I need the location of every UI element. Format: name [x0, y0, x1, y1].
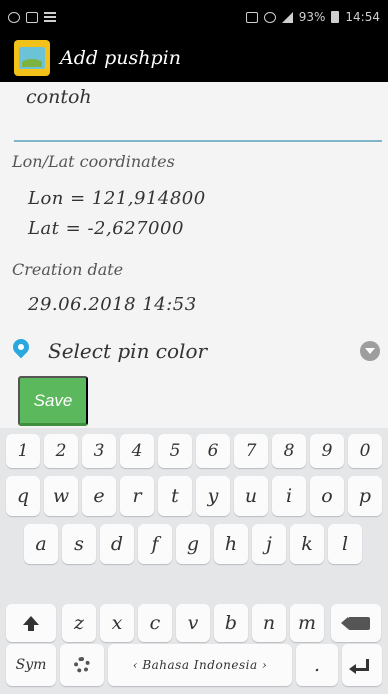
shift-icon: [23, 615, 39, 631]
settings-key[interactable]: [60, 644, 104, 686]
pin-color-selector[interactable]: Select pin color: [12, 334, 384, 368]
save-button[interactable]: Save: [18, 376, 88, 426]
key-a[interactable]: a: [24, 524, 58, 564]
chevron-down-icon[interactable]: [360, 341, 380, 361]
key-j[interactable]: j: [252, 524, 286, 564]
period-key[interactable]: .: [296, 644, 338, 686]
key-o[interactable]: o: [310, 476, 344, 516]
key-s[interactable]: s: [62, 524, 96, 564]
key-w[interactable]: w: [44, 476, 78, 516]
key-8[interactable]: 8: [272, 434, 306, 468]
key-i[interactable]: i: [272, 476, 306, 516]
key-6[interactable]: 6: [196, 434, 230, 468]
battery-percent: 93%: [298, 10, 326, 24]
nfc-icon: [245, 11, 258, 23]
name-input-underline: [14, 140, 382, 142]
key-1[interactable]: 1: [6, 434, 40, 468]
key-d[interactable]: d: [100, 524, 134, 564]
gear-icon: [74, 657, 90, 673]
key-g[interactable]: g: [176, 524, 210, 564]
pin-color-label: Select pin color: [48, 339, 208, 363]
key-e[interactable]: e: [82, 476, 116, 516]
backspace-icon: [341, 616, 370, 630]
key-h[interactable]: h: [214, 524, 248, 564]
key-c[interactable]: c: [138, 604, 172, 642]
key-z[interactable]: z: [62, 604, 96, 642]
action-bar: Add pushpin: [0, 34, 388, 82]
wifi-icon: [263, 11, 276, 23]
battery-icon: [331, 11, 340, 23]
key-7[interactable]: 7: [234, 434, 268, 468]
sym-key[interactable]: Sym: [6, 644, 56, 686]
key-m[interactable]: m: [290, 604, 324, 642]
name-input[interactable]: contoh: [26, 86, 92, 108]
clock: 14:54: [345, 10, 380, 24]
date-value: 29.06.2018 14:53: [28, 294, 197, 315]
gallery-icon: [26, 11, 38, 23]
status-right: 93% 14:54: [245, 10, 380, 24]
key-9[interactable]: 9: [310, 434, 344, 468]
key-5[interactable]: 5: [158, 434, 192, 468]
key-p[interactable]: p: [348, 476, 382, 516]
map-pin-icon: [12, 339, 30, 363]
space-key[interactable]: ‹ Bahasa Indonesia ›: [108, 644, 292, 686]
shift-key[interactable]: [6, 604, 56, 642]
key-q[interactable]: q: [6, 476, 40, 516]
key-k[interactable]: k: [290, 524, 324, 564]
key-x[interactable]: x: [100, 604, 134, 642]
key-u[interactable]: u: [234, 476, 268, 516]
form-content: contoh Lon/Lat coordinates Lon = 121,914…: [0, 82, 388, 428]
key-b[interactable]: b: [214, 604, 248, 642]
whatsapp-icon: [8, 11, 20, 23]
coords-label: Lon/Lat coordinates: [12, 152, 175, 171]
menu-icon: [44, 12, 56, 22]
status-left: [8, 11, 56, 23]
key-4[interactable]: 4: [120, 434, 154, 468]
status-bar: 93% 14:54: [0, 0, 388, 34]
key-v[interactable]: v: [176, 604, 210, 642]
key-f[interactable]: f: [138, 524, 172, 564]
enter-icon: [349, 659, 369, 674]
key-3[interactable]: 3: [82, 434, 116, 468]
key-r[interactable]: r: [120, 476, 154, 516]
key-l[interactable]: l: [328, 524, 362, 564]
key-n[interactable]: n: [252, 604, 286, 642]
app-logo-icon[interactable]: [14, 40, 50, 76]
page-title: Add pushpin: [60, 47, 181, 69]
key-0[interactable]: 0: [348, 434, 382, 468]
date-label: Creation date: [12, 260, 124, 279]
key-y[interactable]: y: [196, 476, 230, 516]
soft-keyboard: Sym ‹ Bahasa Indonesia › . 1234567890 qwe…: [0, 428, 388, 694]
key-2[interactable]: 2: [44, 434, 78, 468]
signal-icon: [281, 11, 293, 23]
lat-value: Lat = -2,627000: [28, 218, 184, 239]
key-t[interactable]: t: [158, 476, 192, 516]
enter-key[interactable]: [342, 644, 382, 686]
backspace-key[interactable]: [331, 604, 381, 642]
lon-value: Lon = 121,914800: [28, 188, 206, 209]
